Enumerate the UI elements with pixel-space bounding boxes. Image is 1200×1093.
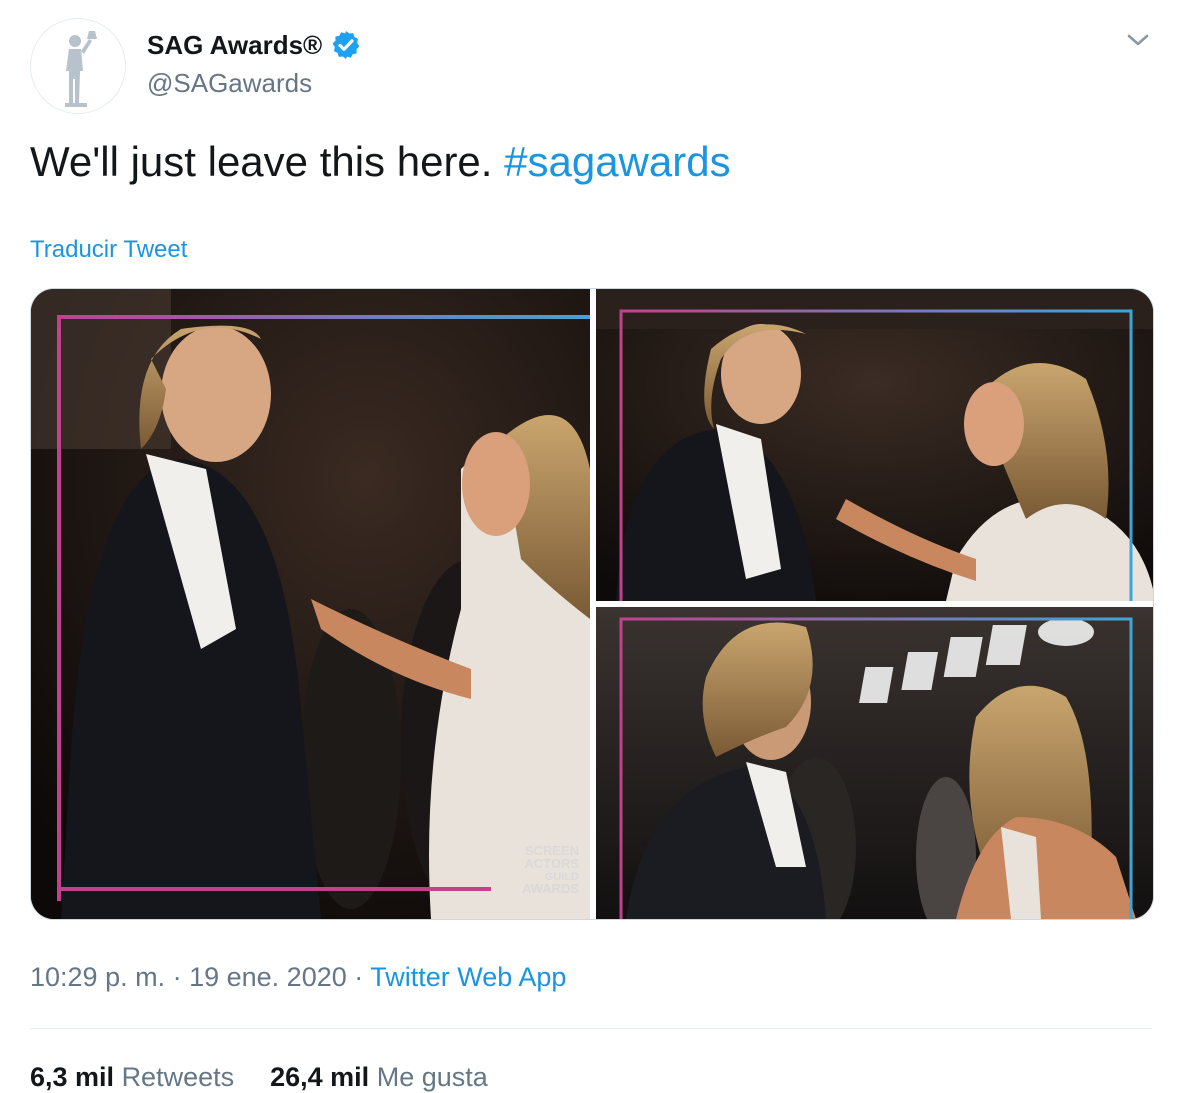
account-name-row[interactable]: SAG Awards® <box>147 29 362 61</box>
photo-1[interactable]: SCREEN ACTORS GUILD AWARDS <box>31 289 590 919</box>
watermark-line-2: ACTORS <box>524 856 579 871</box>
chevron-down-icon[interactable] <box>1124 30 1152 50</box>
tweet-date[interactable]: 19 ene. 2020 <box>189 962 347 992</box>
tweet-time[interactable]: 10:29 p. m. <box>30 962 165 992</box>
retweets-count: 6,3 mil <box>30 1062 115 1092</box>
tweet-text: We'll just leave this here. #sagawards <box>30 138 731 186</box>
photo-2[interactable] <box>596 289 1153 601</box>
likes-count: 26,4 mil <box>270 1062 370 1092</box>
hashtag-link[interactable]: #sagawards <box>504 138 730 185</box>
meta-separator: · <box>346 962 371 992</box>
divider <box>30 1028 1152 1029</box>
tweet-meta: 10:29 p. m. · 19 ene. 2020 · Twitter Web… <box>30 962 566 993</box>
photo-3-image <box>596 607 1153 919</box>
likes-stat[interactable]: 26,4 mil Me gusta <box>270 1062 488 1092</box>
photo-1-image: SCREEN ACTORS GUILD AWARDS <box>31 289 590 919</box>
display-name[interactable]: SAG Awards® <box>147 30 322 61</box>
retweets-stat[interactable]: 6,3 mil Retweets <box>30 1062 234 1092</box>
tweet-stats: 6,3 mil Retweets 26,4 mil Me gusta <box>30 1062 524 1093</box>
meta-separator: · <box>165 962 190 992</box>
tweet-body: We'll just leave this here. <box>30 138 505 185</box>
likes-label: Me gusta <box>376 1062 488 1092</box>
sag-statue-icon <box>65 31 97 107</box>
photo-3[interactable] <box>596 607 1153 919</box>
source-app-link[interactable]: Twitter Web App <box>370 962 566 992</box>
retweets-label: Retweets <box>121 1062 235 1092</box>
watermark-line-4: AWARDS <box>522 881 579 896</box>
media-grid: SCREEN ACTORS GUILD AWARDS <box>30 288 1154 920</box>
verified-badge-icon <box>332 31 360 59</box>
translate-tweet-link[interactable]: Traducir Tweet <box>30 236 187 264</box>
avatar[interactable] <box>30 18 126 114</box>
account-handle[interactable]: @SAGawards <box>147 68 312 99</box>
photo-2-image <box>596 289 1153 601</box>
